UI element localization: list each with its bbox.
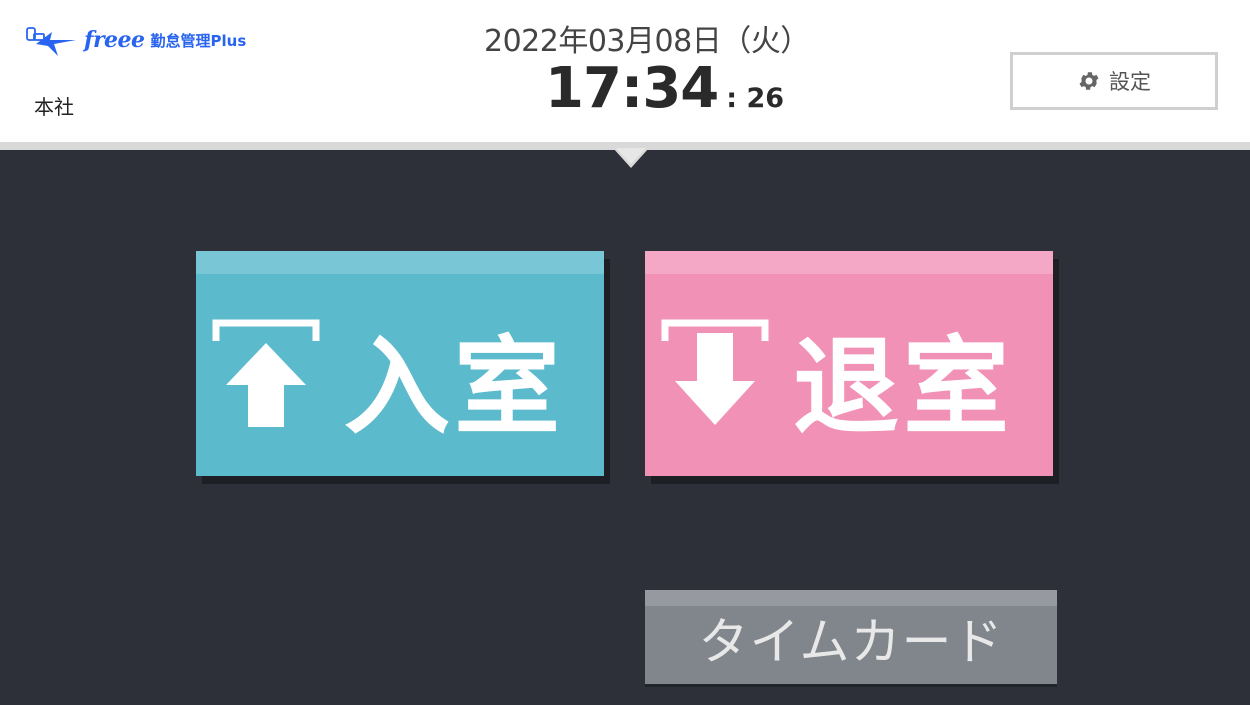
office-name: 本社 [34, 95, 74, 119]
settings-button[interactable]: 設定 [1010, 52, 1218, 110]
header-bar: freee 勤怠管理Plus 本社 2022年03月08日（火） 17:34 :… [0, 0, 1250, 142]
header-pointer-inner [616, 148, 646, 164]
exit-button-band [645, 251, 1053, 274]
enter-label: 入室 [344, 326, 564, 449]
enter-button-band [196, 251, 604, 274]
time-seconds: : 26 [726, 83, 785, 114]
time-hours-minutes: 17:34 [545, 56, 719, 121]
exit-room-button[interactable]: 退室 [645, 251, 1053, 476]
current-time: 17:34 : 26 [545, 56, 784, 121]
gear-icon [1079, 72, 1099, 90]
exit-arrow-down-icon [661, 319, 769, 425]
logo-freee-text: freee [84, 27, 145, 53]
bird-logo-icon [26, 27, 76, 56]
timecard-button[interactable]: タイムカード [645, 590, 1057, 684]
freee-logo: freee 勤怠管理Plus [26, 22, 246, 58]
enter-room-button[interactable]: 入室 [196, 251, 604, 476]
timecard-label: タイムカード [698, 613, 1004, 671]
settings-label: 設定 [1109, 70, 1151, 94]
logo-product-text: 勤怠管理Plus [150, 31, 247, 50]
current-date: 2022年03月08日（火） [484, 24, 810, 59]
enter-arrow-up-icon [212, 319, 320, 427]
exit-label: 退室 [793, 326, 1013, 449]
